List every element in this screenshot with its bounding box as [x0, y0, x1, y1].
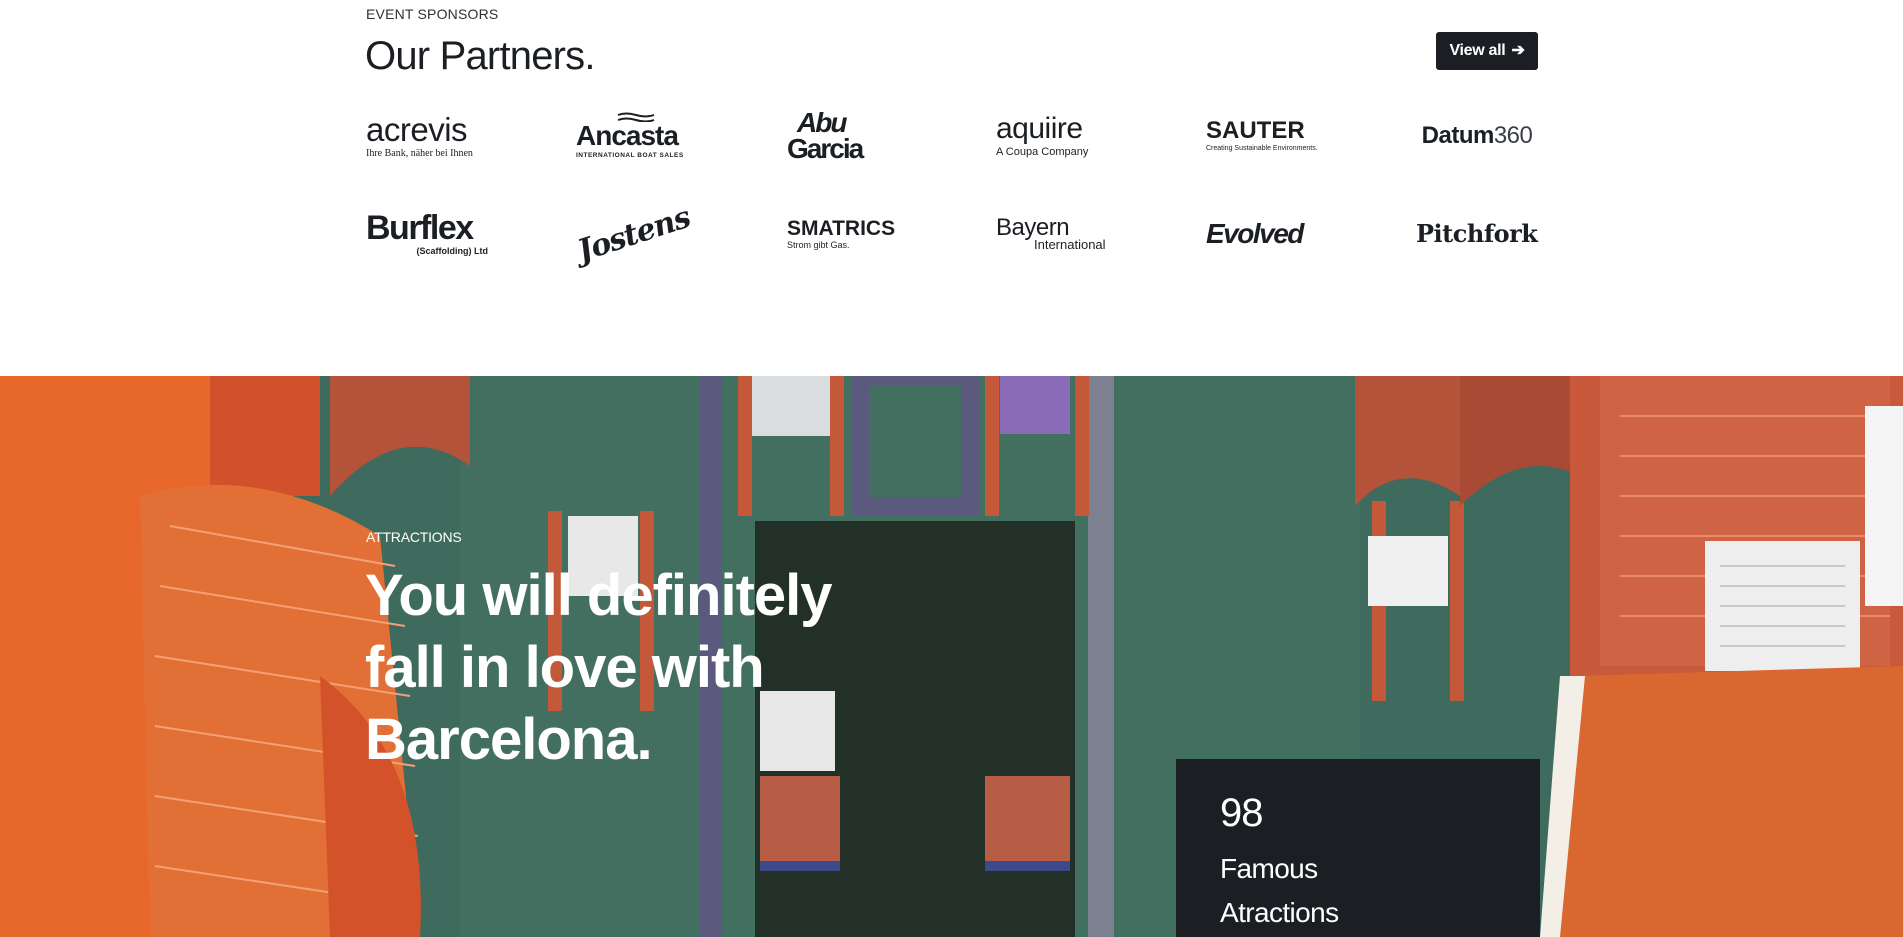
logo-wordmark: Ancasta: [576, 120, 679, 152]
partner-logo-jostens[interactable]: Jostens: [573, 200, 698, 269]
logo-wordmark: SMATRICS: [787, 216, 896, 240]
logo-tagline: International: [1034, 236, 1106, 252]
logo-wordmark: aquiire: [996, 111, 1083, 145]
logo-wordmark: Jostens: [573, 199, 695, 270]
logo-wordmark: Datum: [1421, 122, 1495, 149]
stat-number: 98: [1220, 791, 1263, 835]
section-title: Our Partners.: [365, 34, 595, 78]
logo-suffix: 360: [1493, 122, 1533, 149]
logo-wordmark: Evolved: [1206, 218, 1304, 249]
partner-logo-burflex[interactable]: Burflex (Scaffolding) Ltd: [366, 208, 488, 260]
partner-logo-aquiire[interactable]: aquiire A Coupa Company: [996, 110, 1118, 162]
sponsors-section: EVENT SPONSORS Our Partners. View all ➔ …: [0, 0, 1903, 376]
logo-tagline: A Coupa Company: [996, 145, 1089, 158]
partner-logo-smatrics[interactable]: SMATRICS Strom gibt Gas.: [787, 208, 909, 260]
partner-logo-ancasta[interactable]: Ancasta INTERNATIONAL BOAT SALES: [576, 110, 698, 162]
partner-logo-evolved[interactable]: Evolved: [1206, 208, 1328, 260]
hero-headline: You will definitely fall in love with Ba…: [365, 563, 833, 772]
attractions-stat-card: 98 Famous Atractions: [1176, 759, 1540, 937]
logo-tagline: Ihre Bank, näher bei Ihnen: [366, 148, 473, 159]
attractions-section: ATTRACTIONS You will definitely fall in …: [0, 376, 1903, 937]
logo-wordmark: Burflex: [366, 209, 474, 248]
section-eyebrow: ATTRACTIONS: [366, 529, 462, 545]
logo-wordmark: Pitchfork: [1416, 219, 1538, 248]
partner-logo-bayern-international[interactable]: Bayern International: [996, 208, 1118, 260]
partner-logo-acrevis[interactable]: acrevis Ihre Bank, näher bei Ihnen: [366, 110, 488, 162]
view-all-label: View all: [1449, 42, 1506, 59]
logo-tagline: (Scaffolding) Ltd: [416, 246, 489, 257]
section-eyebrow: EVENT SPONSORS: [366, 6, 499, 22]
barcelona-building-photo: [0, 376, 1903, 937]
partner-logo-datum360[interactable]: Datum 360: [1416, 110, 1538, 162]
stat-label: Famous Atractions: [1220, 853, 1339, 928]
logo-tagline: Strom gibt Gas.: [787, 239, 850, 250]
logo-wordmark: acrevis: [366, 111, 468, 148]
partner-logo-pitchfork[interactable]: Pitchfork: [1416, 208, 1538, 260]
partner-logo-sauter[interactable]: SAUTER Creating Sustainable Environments…: [1206, 110, 1328, 162]
arrow-right-icon: ➔: [1511, 42, 1525, 59]
view-all-button[interactable]: View all ➔: [1436, 32, 1538, 70]
logo-wordmark-line2: Garcia: [787, 133, 864, 164]
logo-tagline: Creating Sustainable Environments.: [1206, 145, 1318, 153]
logo-tagline: INTERNATIONAL BOAT SALES: [576, 152, 684, 160]
partner-logo-abu-garcia[interactable]: Abu Garcia: [787, 109, 909, 164]
logo-wordmark: SAUTER: [1206, 117, 1305, 145]
